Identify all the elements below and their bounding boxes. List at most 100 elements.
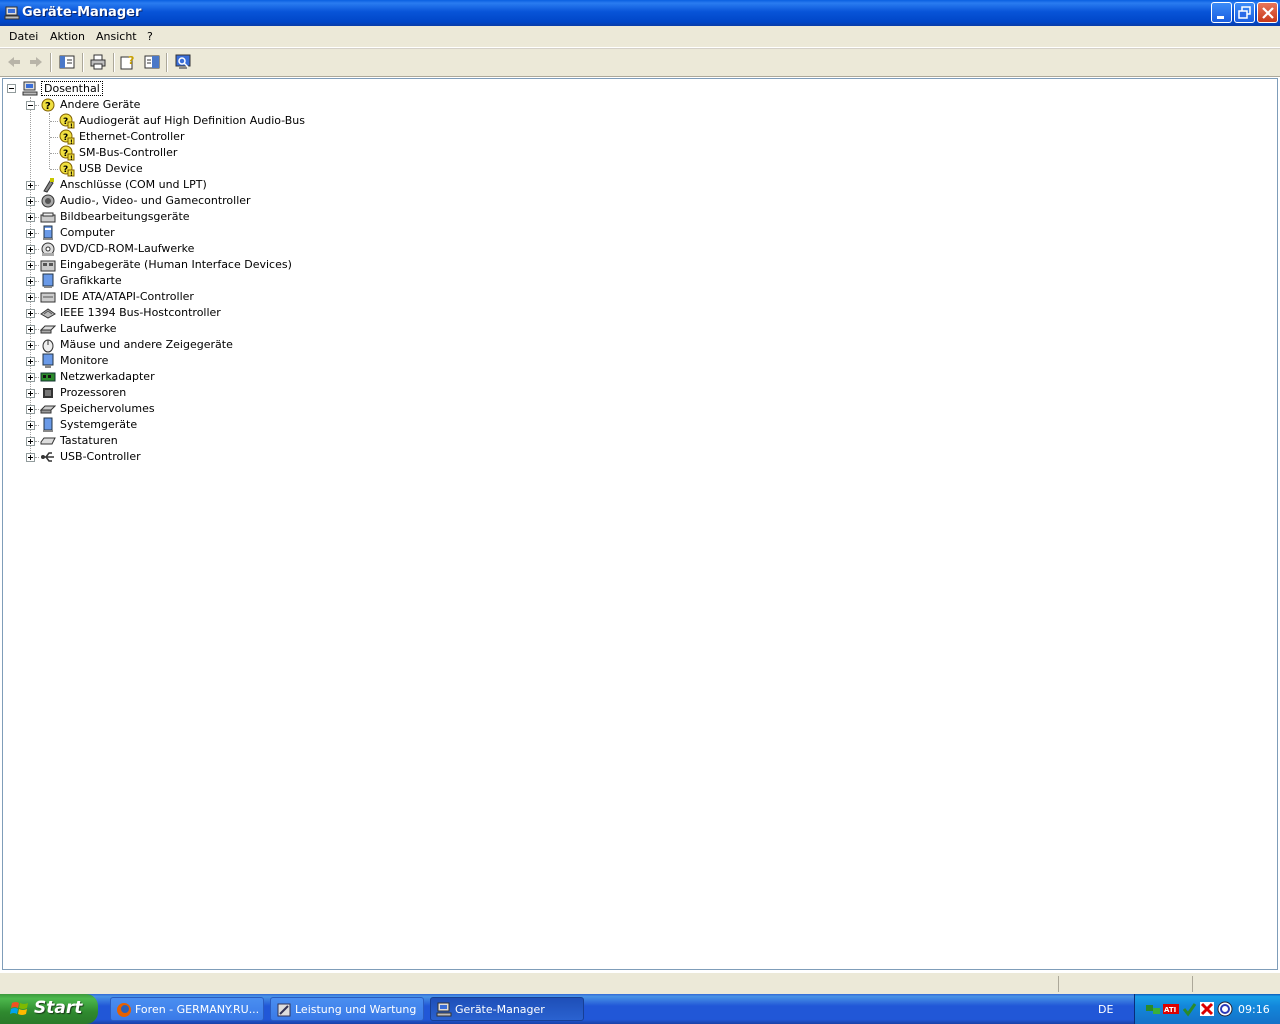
tree-category-item[interactable]: Tastaturen <box>60 433 118 449</box>
print-icon[interactable] <box>89 53 107 71</box>
tree-guide-line <box>50 169 58 171</box>
toolbar-separator <box>113 53 115 72</box>
device-manager-icon <box>4 6 20 20</box>
tree-category-item[interactable]: Grafikkarte <box>60 273 122 289</box>
tree-root[interactable]: Dosenthal <box>41 81 103 97</box>
tree-guide-line <box>35 457 39 459</box>
keyboard-icon <box>40 437 56 445</box>
tree-category-item[interactable]: Anschlüsse (COM und LPT) <box>60 177 207 193</box>
tree-category-item[interactable]: IEEE 1394 Bus-Hostcontroller <box>60 305 221 321</box>
tree-guide-line <box>35 201 39 203</box>
tree-guide-line <box>35 409 39 411</box>
tree-category-item[interactable]: Netzwerkadapter <box>60 369 155 385</box>
svg-text:?: ? <box>45 101 51 112</box>
tree-device-item[interactable]: SM-Bus-Controller <box>79 145 177 161</box>
restore-button[interactable] <box>1234 2 1255 23</box>
tree-category-item[interactable]: Eingabegeräte (Human Interface Devices) <box>60 257 292 273</box>
tree-category-item[interactable]: Systemgeräte <box>60 417 137 433</box>
svg-text:?: ? <box>63 117 68 127</box>
forward-arrow-icon[interactable] <box>27 53 45 71</box>
tree-device-item[interactable]: USB Device <box>79 161 143 177</box>
expand-toggle[interactable] <box>26 341 35 350</box>
tree-category-item[interactable]: Prozessoren <box>60 385 126 401</box>
tree-category-item[interactable]: IDE ATA/ATAPI-Controller <box>60 289 194 305</box>
tree-guide-line <box>50 153 58 155</box>
back-arrow-icon[interactable] <box>5 53 23 71</box>
tree-category-item[interactable]: Andere Geräte <box>60 97 140 113</box>
tree-guide-line <box>35 377 39 379</box>
ati-tray-icon[interactable]: ATI <box>1163 1001 1179 1017</box>
network-tray-icon[interactable] <box>1145 1001 1161 1017</box>
expand-toggle[interactable] <box>26 293 35 302</box>
title-bar[interactable]: Geräte-Manager <box>0 0 1280 26</box>
antivirus-tray-icon[interactable] <box>1199 1001 1215 1017</box>
start-label: Start <box>34 998 83 1018</box>
expand-toggle[interactable] <box>26 277 35 286</box>
tree-category-item[interactable]: DVD/CD-ROM-Laufwerke <box>60 241 194 257</box>
disk-drive-icon <box>40 325 56 334</box>
expand-toggle[interactable] <box>26 453 35 462</box>
expand-toggle[interactable] <box>26 405 35 414</box>
collapse-toggle[interactable] <box>26 101 35 110</box>
expand-toggle[interactable] <box>26 357 35 366</box>
details-view-icon[interactable] <box>143 53 161 71</box>
mouse-icon <box>42 339 54 353</box>
svg-text:ATI: ATI <box>1164 1006 1176 1014</box>
taskbar-task-device-manager[interactable]: Geräte-Manager <box>430 997 584 1021</box>
processor-icon <box>43 388 53 398</box>
taskbar-task-control-panel[interactable]: Leistung und Wartung <box>270 997 424 1021</box>
security-tray-icon[interactable] <box>1181 1001 1197 1017</box>
close-button[interactable] <box>1257 2 1278 23</box>
properties-help-icon[interactable]: ? <box>119 53 137 71</box>
status-bar <box>0 972 1280 995</box>
tree-category-item[interactable]: Audio-, Video- und Gamecontroller <box>60 193 251 209</box>
minimize-button[interactable] <box>1211 2 1232 23</box>
svg-text:?: ? <box>63 149 68 159</box>
expand-toggle[interactable] <box>26 421 35 430</box>
start-button[interactable]: Start <box>0 994 98 1024</box>
expand-toggle[interactable] <box>26 245 35 254</box>
expand-toggle[interactable] <box>26 181 35 190</box>
taskbar-task-firefox[interactable]: Foren - GERMANY.RU... <box>110 997 264 1021</box>
tree-category-item[interactable]: Speichervolumes <box>60 401 155 417</box>
firewire-icon <box>40 308 56 319</box>
expand-toggle[interactable] <box>26 213 35 222</box>
tree-category-item[interactable]: Computer <box>60 225 115 241</box>
toolbar-separator <box>50 53 52 72</box>
tree-guide-line <box>35 393 39 395</box>
tree-category-item[interactable]: Mäuse und andere Zeigegeräte <box>60 337 233 353</box>
tree-guide-line <box>35 441 39 443</box>
expand-toggle[interactable] <box>26 437 35 446</box>
task-label: Geräte-Manager <box>455 1003 545 1016</box>
menu-help[interactable]: ? <box>147 30 153 43</box>
expand-toggle[interactable] <box>26 325 35 334</box>
tree-category-item[interactable]: Laufwerke <box>60 321 117 337</box>
menu-file[interactable]: Datei <box>9 30 38 43</box>
expand-toggle[interactable] <box>26 373 35 382</box>
warning-device-icon: ?! <box>59 161 75 177</box>
menu-action[interactable]: Aktion <box>50 30 85 43</box>
update-tray-icon[interactable] <box>1217 1001 1233 1017</box>
computer-icon <box>43 225 53 240</box>
tree-device-item[interactable]: Audiogerät auf High Definition Audio-Bus <box>79 113 305 129</box>
expand-toggle[interactable] <box>26 197 35 206</box>
tree-category-item[interactable]: Bildbearbeitungsgeräte <box>60 209 190 225</box>
scan-hardware-icon[interactable] <box>174 53 192 71</box>
system-device-icon <box>43 417 53 432</box>
svg-text:?: ? <box>128 54 134 67</box>
device-tree[interactable]: Dosenthal ? Andere Geräte?! Audiogerät auf… <box>2 78 1278 970</box>
monitor-icon <box>42 353 54 368</box>
expand-toggle[interactable] <box>26 389 35 398</box>
language-indicator[interactable]: DE <box>1098 1003 1113 1016</box>
expand-toggle[interactable] <box>26 261 35 270</box>
tree-device-item[interactable]: Ethernet-Controller <box>79 129 184 145</box>
tree-category-item[interactable]: Monitore <box>60 353 108 369</box>
show-hide-console-tree-icon[interactable] <box>58 53 76 71</box>
tree-category-item[interactable]: USB-Controller <box>60 449 141 465</box>
tree-guide-line <box>35 329 39 331</box>
clock[interactable]: 09:16 <box>1238 1003 1270 1016</box>
root-collapse-toggle[interactable] <box>7 84 16 93</box>
expand-toggle[interactable] <box>26 309 35 318</box>
menu-view[interactable]: Ansicht <box>96 30 137 43</box>
expand-toggle[interactable] <box>26 229 35 238</box>
